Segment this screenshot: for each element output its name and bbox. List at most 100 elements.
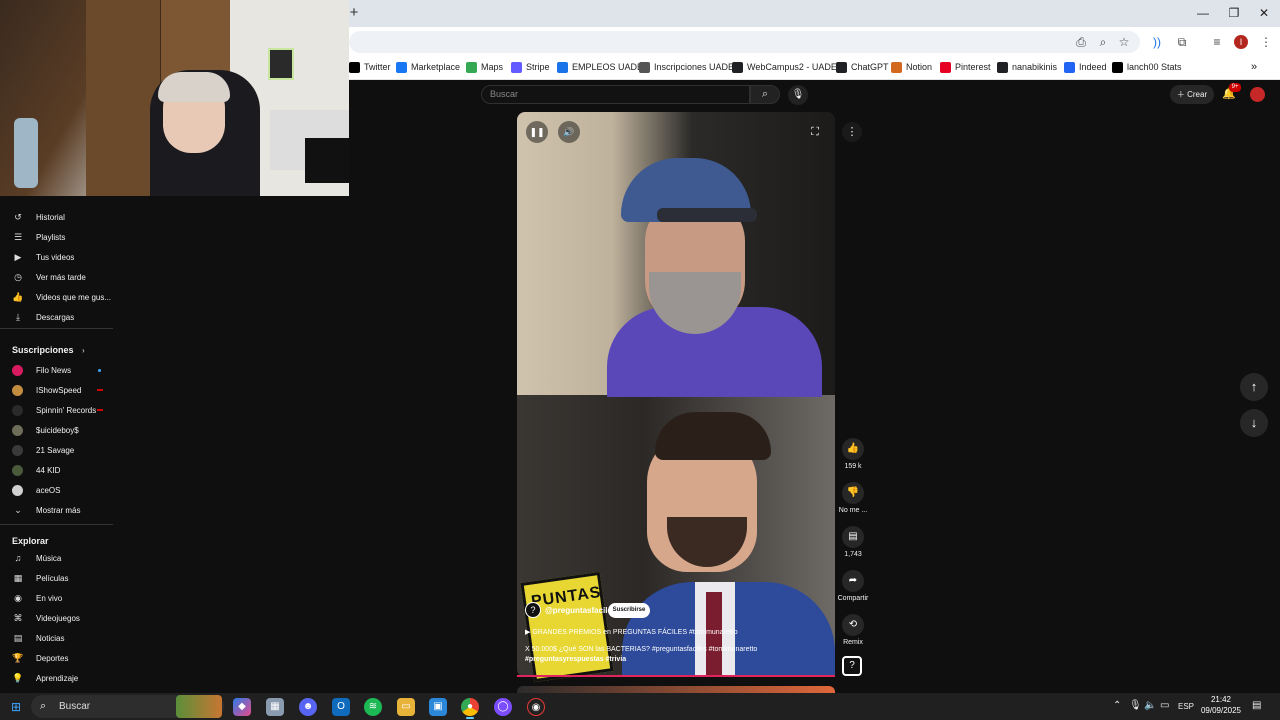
- sidebar-item-videojuegos[interactable]: ⌘ Videojuegos: [0, 609, 115, 627]
- clock-icon: ◷: [14, 271, 22, 282]
- sidebar-item-uicideboy[interactable]: $uicideboy$: [0, 421, 115, 439]
- windows-start-button[interactable]: ⊞: [9, 700, 23, 714]
- voice-search-button[interactable]: 🎙: [788, 85, 808, 105]
- sidebar-item-m-sica[interactable]: ♫ Música: [0, 549, 115, 567]
- discord-icon[interactable]: ☻: [299, 698, 317, 716]
- bookmark-maps[interactable]: Maps: [466, 60, 503, 74]
- subscribe-button[interactable]: Suscribirse: [608, 603, 650, 618]
- url-input[interactable]: [349, 31, 1140, 53]
- restore-button[interactable]: ❐: [1219, 5, 1249, 21]
- sidebar-item-aceos[interactable]: aceOS: [0, 481, 115, 499]
- speaker-icon[interactable]: 🔈: [1144, 700, 1156, 711]
- channel-name[interactable]: @preguntasfaciles: [545, 606, 616, 615]
- sidebar-item-deportes[interactable]: 🏆 Deportes: [0, 649, 115, 667]
- bookmark-empleos-uade[interactable]: EMPLEOS UADE: [557, 60, 643, 74]
- volume-button[interactable]: 🔊: [558, 121, 580, 143]
- search-input[interactable]: Buscar: [481, 85, 750, 104]
- video-progress-bar[interactable]: [517, 675, 835, 677]
- media-controls-icon[interactable]: ≡: [1209, 34, 1225, 50]
- sidebar-item-44-kid[interactable]: 44 KID: [0, 461, 115, 479]
- obs-like-app-icon[interactable]: ◯: [494, 698, 512, 716]
- language-indicator[interactable]: ESP: [1178, 702, 1194, 711]
- like-button[interactable]: 👍 159 k: [836, 438, 870, 470]
- file-manager-icon[interactable]: ▦: [266, 698, 284, 716]
- sidebar-item-descargas[interactable]: ⤓ Descargas: [0, 308, 115, 326]
- previous-short-button[interactable]: ↑: [1240, 373, 1268, 401]
- microphone-icon[interactable]: 🎙: [1129, 700, 1142, 711]
- sidebar-item-ishowspeed[interactable]: IShowSpeed: [0, 381, 115, 399]
- share-button[interactable]: ➦ Compartir: [836, 570, 870, 602]
- sidebar-item-filo-news[interactable]: Filo News: [0, 361, 115, 379]
- bookmark-nanabikinis[interactable]: nanabikinis: [997, 60, 1057, 74]
- pause-button[interactable]: ❚❚: [526, 121, 548, 143]
- notifications-center-icon[interactable]: ▤: [1252, 700, 1261, 711]
- sidebar-item-videos-que-me-gus[interactable]: 👍 Videos que me gus...: [0, 288, 115, 306]
- outlook-icon[interactable]: O: [332, 698, 350, 716]
- short-hashtags[interactable]: #preguntasyrespuestas #trivia: [525, 656, 626, 663]
- sidebar-item-aprendizaje[interactable]: 💡 Aprendizaje: [0, 669, 115, 687]
- short-title[interactable]: X 50.000$ ¿Qué SON las BACTERIAS? #pregu…: [525, 646, 757, 653]
- sidebar-item-label: Historial: [36, 212, 65, 222]
- remix-button[interactable]: ⟲ Remix: [836, 614, 870, 646]
- pinterest-icon: [940, 61, 951, 73]
- fullscreen-button[interactable]: ⛶: [807, 124, 823, 140]
- sidebar-item-tus-videos[interactable]: ▶ Tus videos: [0, 248, 115, 266]
- more-options-button[interactable]: ⋮: [842, 122, 862, 142]
- star-icon[interactable]: ☆: [1116, 34, 1132, 50]
- bookmark-twitter[interactable]: Twitter: [349, 60, 391, 74]
- bookmark-stripe[interactable]: Stripe: [511, 60, 550, 74]
- copilot-icon[interactable]: ◆: [233, 698, 251, 716]
- spotify-icon[interactable]: ≋: [364, 698, 382, 716]
- arrow-up-icon: ↑: [1250, 379, 1258, 394]
- comments-button[interactable]: ▤ 1,743: [836, 526, 870, 558]
- next-short-button[interactable]: ↓: [1240, 409, 1268, 437]
- sidebar-item-playlists[interactable]: ☰ Playlists: [0, 228, 115, 246]
- sidebar-item-noticias[interactable]: ▤ Noticias: [0, 629, 115, 647]
- sidebar-item-en-vivo[interactable]: ◉ En vivo: [0, 589, 115, 607]
- bookmark-indeed[interactable]: Indeed: [1064, 60, 1107, 74]
- bookmark-chatgpt[interactable]: ChatGPT: [836, 60, 889, 74]
- minimize-button[interactable]: —: [1188, 5, 1218, 21]
- search-highlight-image[interactable]: [176, 695, 222, 718]
- bookmark-marketplace[interactable]: Marketplace: [396, 60, 460, 74]
- close-window-button[interactable]: ✕: [1249, 5, 1279, 21]
- bookmark-lanch00-stats[interactable]: lanch00 Stats: [1112, 60, 1182, 74]
- chrome-icon[interactable]: ●: [461, 698, 479, 716]
- channel-avatar: [12, 364, 23, 376]
- youtube-account-avatar[interactable]: [1250, 87, 1265, 102]
- install-app-icon[interactable]: ⎙: [1073, 34, 1089, 50]
- network-icon[interactable]: ▭: [1160, 700, 1169, 711]
- bookmark-webcampus2-uade[interactable]: WebCampus2 - UADE: [732, 60, 837, 74]
- bookmark-inscripciones-uade[interactable]: Inscripciones UADE: [639, 60, 734, 74]
- sidebar-item-historial[interactable]: ↺ Historial: [0, 208, 115, 226]
- chrome-menu-icon[interactable]: ⋮: [1258, 34, 1274, 50]
- extension-wave-icon[interactable]: )): [1149, 34, 1165, 50]
- search-button[interactable]: ⌕: [750, 85, 780, 104]
- taskbar-time[interactable]: 21:42: [1206, 695, 1236, 704]
- sidebar-item-21-savage[interactable]: 21 Savage: [0, 441, 115, 459]
- playlist-link[interactable]: ▶ GRANDES PREMIOS en PREGUNTAS FÁCILES #…: [525, 628, 738, 636]
- show-more-button[interactable]: ⌄ Mostrar más: [0, 501, 115, 519]
- sidebar-item-spinnin-records[interactable]: Spinnin' Records: [0, 401, 115, 419]
- file-explorer-icon[interactable]: ▭: [397, 698, 415, 716]
- bookmark-notion[interactable]: Notion: [891, 60, 932, 74]
- recording-app-icon[interactable]: ◉: [527, 698, 545, 716]
- dislike-button[interactable]: 👎 No me ...: [836, 482, 870, 514]
- sidebar-item-ver-m-s-tarde[interactable]: ◷ Ver más tarde: [0, 268, 115, 286]
- channel-avatar[interactable]: ?: [525, 602, 541, 618]
- microsoft-store-icon[interactable]: ▣: [429, 698, 447, 716]
- bookmarks-overflow-button[interactable]: »: [1251, 60, 1257, 74]
- zoom-icon[interactable]: ⌕: [1095, 34, 1111, 50]
- subscriptions-heading[interactable]: Suscripciones ›: [12, 345, 85, 355]
- new-tab-button[interactable]: +: [347, 5, 361, 21]
- tray-overflow-icon[interactable]: ⌃: [1113, 700, 1121, 711]
- pause-icon: ❚❚: [529, 127, 545, 137]
- sound-thumbnail[interactable]: ?: [842, 656, 862, 676]
- sidebar-item-pel-culas[interactable]: ▦ Películas: [0, 569, 115, 587]
- bookmark-pinterest[interactable]: Pinterest: [940, 60, 991, 74]
- profile-avatar[interactable]: I: [1234, 35, 1248, 49]
- taskbar-date[interactable]: 09/09/2025: [1199, 706, 1243, 715]
- create-button[interactable]: ＋ Crear: [1170, 85, 1214, 104]
- extensions-puzzle-icon[interactable]: ⧉: [1174, 34, 1190, 50]
- channel-avatar: [12, 484, 23, 496]
